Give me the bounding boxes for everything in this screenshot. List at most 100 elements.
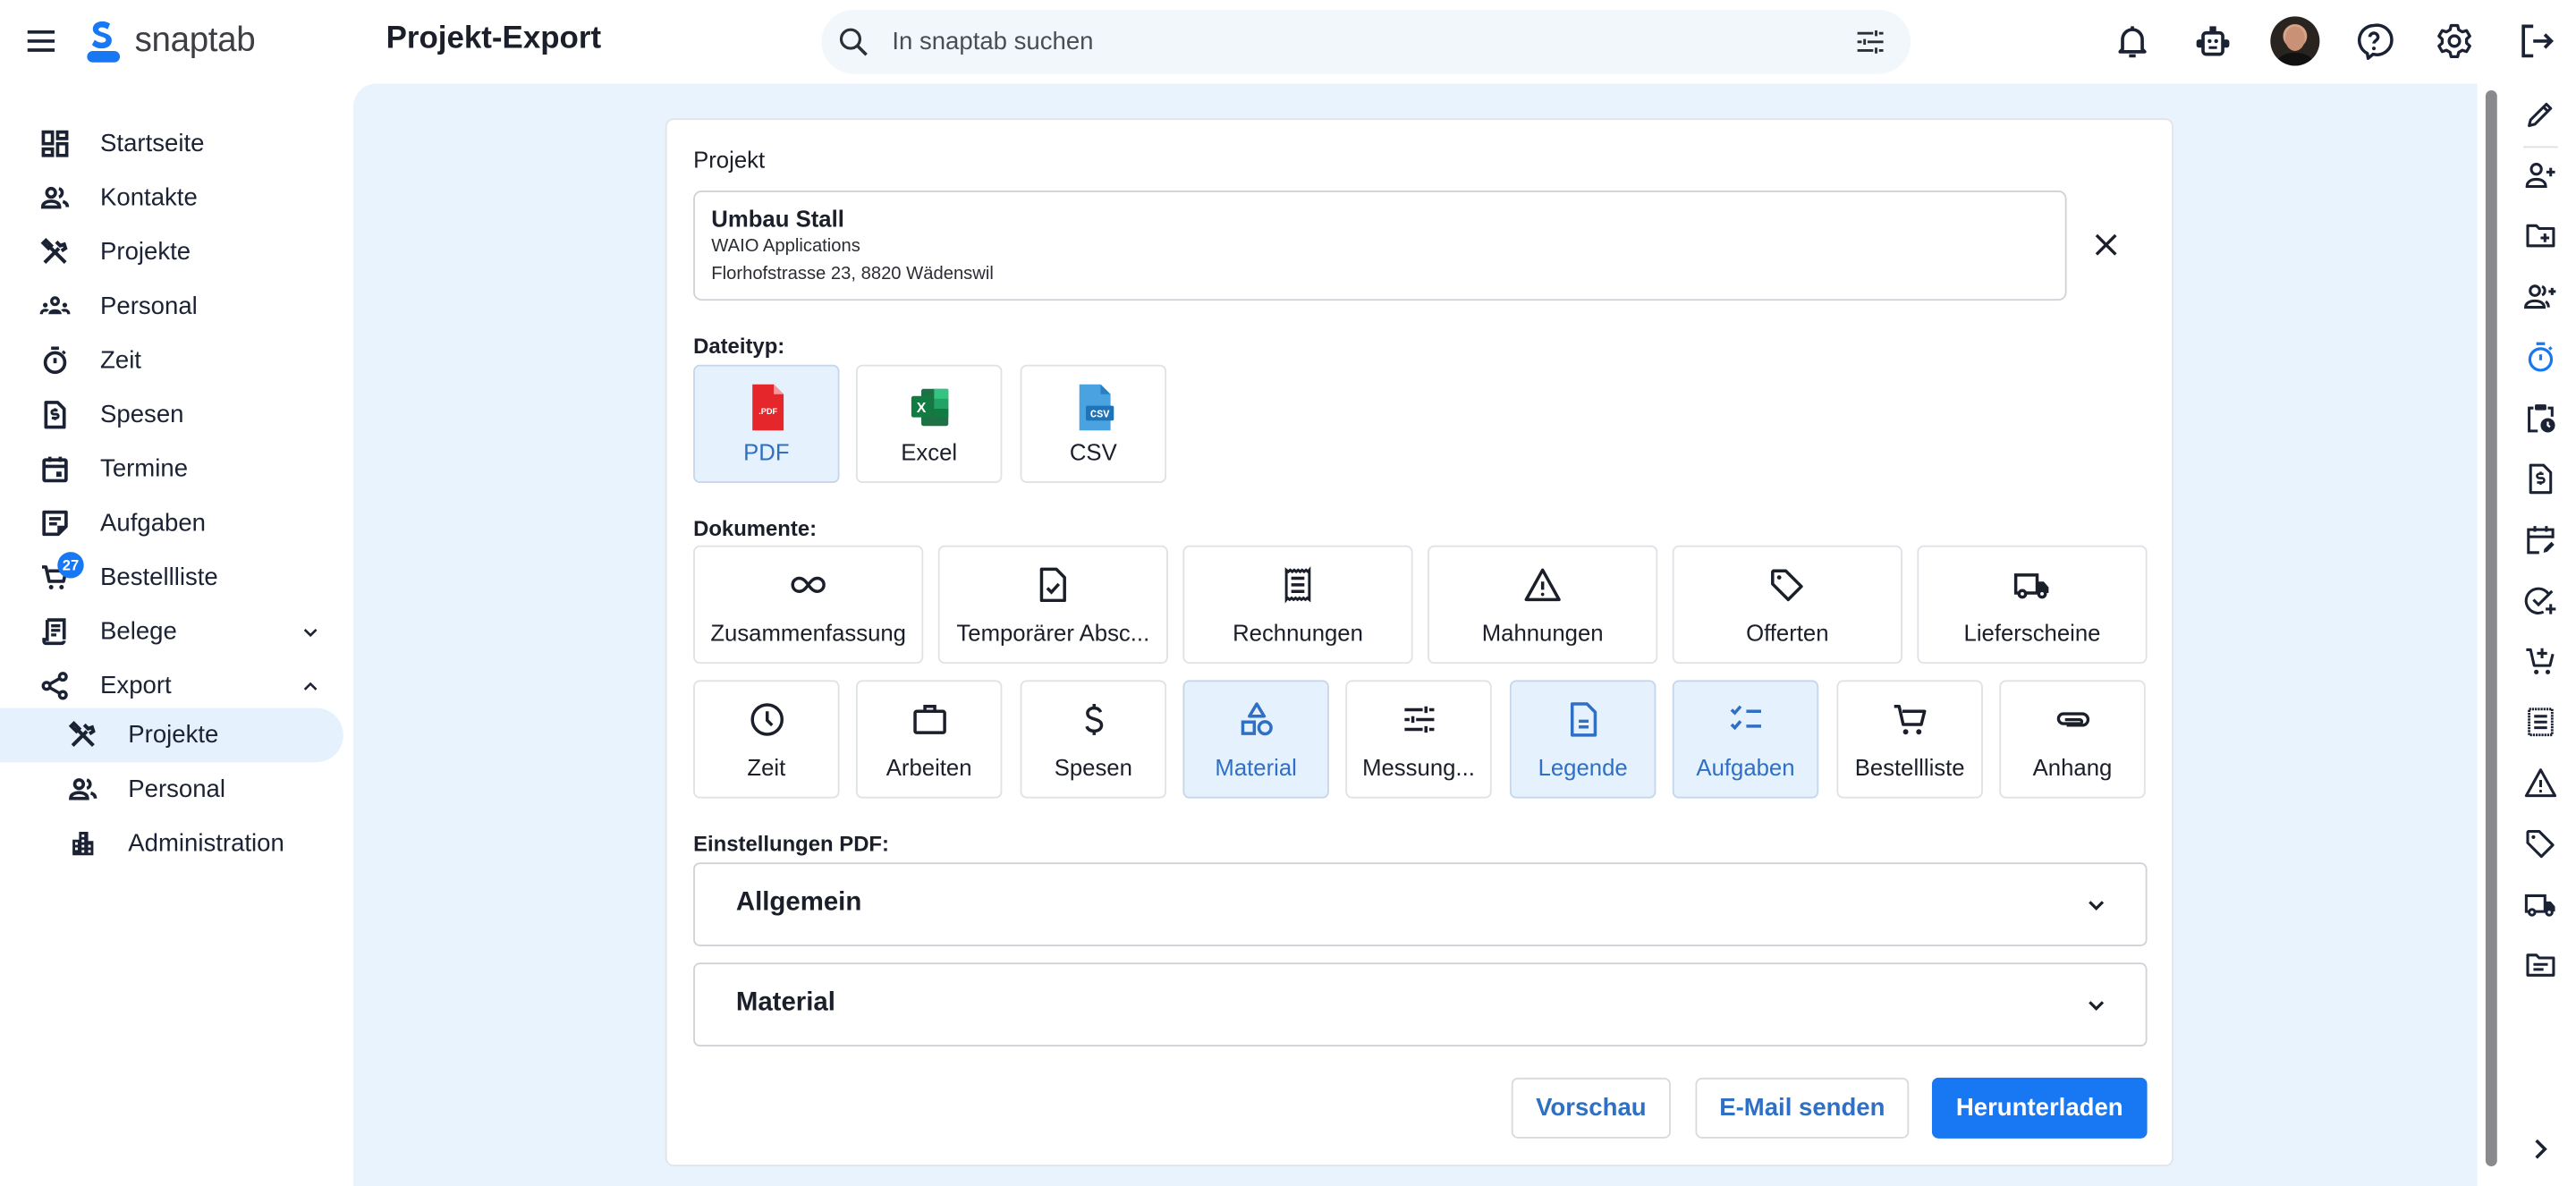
accordion-material[interactable]: Material: [693, 962, 2148, 1046]
project-label: Projekt: [693, 146, 766, 173]
sidebar-item-label: Personal: [128, 775, 226, 804]
doc-label: Messung...: [1362, 754, 1475, 781]
sidebar-item-projekte[interactable]: Projekte: [0, 225, 343, 280]
receipt-long-icon[interactable]: [2523, 705, 2558, 740]
snaptab-logo-icon: [87, 21, 121, 63]
project-selector[interactable]: Umbau Stall WAIO Applications Florhofstr…: [693, 191, 2067, 301]
building-icon: [72, 832, 94, 856]
doc-spesen[interactable]: Spesen: [1020, 680, 1167, 799]
tools-icon: [67, 719, 98, 750]
chevron-right-icon[interactable]: [2523, 1131, 2558, 1166]
clipboard-clock-icon[interactable]: [2523, 401, 2558, 436]
avatar[interactable]: [2270, 16, 2320, 66]
close-icon[interactable]: [2089, 228, 2123, 261]
logout-icon[interactable]: [2517, 21, 2556, 61]
sidebar-subitem-export-personal[interactable]: Personal: [0, 762, 343, 817]
truck-icon[interactable]: [2523, 887, 2558, 922]
check-add-icon[interactable]: [2523, 583, 2558, 618]
sidebar-item-kontakte[interactable]: Kontakte: [0, 171, 343, 225]
doc-mahnungen[interactable]: Mahnungen: [1428, 545, 1658, 665]
pencil-icon[interactable]: [2523, 97, 2558, 131]
doc-lieferscheine[interactable]: Lieferscheine: [1917, 545, 2148, 665]
accordion-allgemein[interactable]: Allgemein: [693, 862, 2148, 946]
robot-icon[interactable]: [2193, 21, 2233, 61]
person-add-icon[interactable]: [2523, 157, 2558, 192]
project-address: Florhofstrasse 23, 8820 Wädenswil: [711, 264, 994, 284]
doc-temporaerer-abschluss[interactable]: Temporärer Absc...: [937, 545, 1168, 665]
doc-messungen[interactable]: Messung...: [1345, 680, 1492, 799]
warning-icon[interactable]: [2523, 766, 2558, 801]
doc-rechnungen[interactable]: Rechnungen: [1182, 545, 1413, 665]
tune-icon[interactable]: [1853, 25, 1888, 60]
chevron-down-icon[interactable]: [299, 621, 322, 644]
groups-icon: [39, 291, 71, 322]
email-button[interactable]: E-Mail senden: [1695, 1077, 1910, 1139]
receipt-dollar-icon[interactable]: [2523, 462, 2558, 496]
sidebar-item-export[interactable]: Export: [0, 659, 343, 714]
doc-zusammenfassung[interactable]: Zusammenfassung: [693, 545, 924, 665]
sidebar-item-bestellliste[interactable]: 27 Bestellliste: [0, 550, 343, 605]
pdf-file-icon: .PDF: [751, 384, 784, 431]
doc-aufgaben[interactable]: Aufgaben: [1672, 680, 1819, 799]
group-add-icon[interactable]: [2523, 279, 2558, 314]
scrollbar[interactable]: [2485, 90, 2497, 1167]
export-form-card: Projekt Umbau Stall WAIO Applications Fl…: [665, 118, 2174, 1167]
dollar-icon: [1084, 704, 1103, 735]
folder-add-icon[interactable]: [2523, 218, 2558, 253]
search-icon[interactable]: [836, 25, 871, 60]
search-input[interactable]: [892, 22, 1812, 61]
download-button[interactable]: Herunterladen: [1931, 1077, 2148, 1139]
filetype-excel[interactable]: X Excel: [855, 364, 1003, 483]
doc-legende[interactable]: Legende: [1509, 680, 1657, 799]
sidebar-item-label: Belege: [100, 617, 177, 646]
doc-label: Mahnungen: [1481, 619, 1604, 646]
doc-material[interactable]: Material: [1182, 680, 1329, 799]
search-bar: [821, 10, 1911, 74]
folder-list-icon[interactable]: [2523, 948, 2558, 983]
timer-icon[interactable]: [2523, 340, 2558, 375]
doc-anhang[interactable]: Anhang: [1999, 680, 2146, 799]
sidebar-item-zeit[interactable]: Zeit: [0, 334, 343, 388]
tag-icon[interactable]: [2523, 826, 2558, 861]
top-bar: snaptab Projekt-Export: [0, 0, 2576, 84]
sidebar-item-label: Termine: [100, 454, 189, 483]
menu-icon[interactable]: [23, 23, 59, 59]
doc-offerten[interactable]: Offerten: [1672, 545, 1902, 665]
doc-arbeiten[interactable]: Arbeiten: [855, 680, 1003, 799]
sidebar-item-personal[interactable]: Personal: [0, 279, 343, 334]
tune-icon: [1403, 706, 1434, 733]
app-logo[interactable]: snaptab: [86, 18, 256, 64]
receipt-long-icon: [1284, 566, 1311, 604]
page-title: Projekt-Export: [386, 21, 602, 56]
filetype-csv[interactable]: CSV CSV: [1020, 364, 1167, 483]
sidebar: Startseite Kontakte Projekte Personal Ze…: [0, 84, 352, 1186]
sidebar-item-belege[interactable]: Belege: [0, 605, 343, 659]
doc-label: Rechnungen: [1233, 619, 1363, 646]
contacts-icon: [67, 774, 98, 805]
settings-icon[interactable]: [2435, 21, 2474, 61]
sidebar-item-label: Startseite: [100, 130, 205, 158]
doc-label: Legende: [1538, 754, 1628, 781]
doc-zeit[interactable]: Zeit: [693, 680, 840, 799]
cart-add-icon[interactable]: [2523, 644, 2558, 679]
dashboard-icon: [39, 128, 71, 159]
receipt-icon: [39, 616, 71, 648]
filetype-pdf[interactable]: .PDF PDF: [693, 364, 840, 483]
sidebar-subitem-export-administration[interactable]: Administration: [0, 817, 343, 871]
preview-button[interactable]: Vorschau: [1511, 1077, 1671, 1139]
project-company: WAIO Applications: [711, 236, 860, 257]
sidebar-item-aufgaben[interactable]: Aufgaben: [0, 496, 343, 551]
doc-label: Zusammenfassung: [710, 619, 906, 646]
doc-label: Arbeiten: [886, 754, 972, 781]
help-icon[interactable]: [2354, 21, 2394, 61]
doc-label: Material: [1215, 754, 1297, 781]
sidebar-item-termine[interactable]: Termine: [0, 442, 343, 496]
chevron-up-icon[interactable]: [299, 675, 322, 699]
sidebar-item-spesen[interactable]: Spesen: [0, 387, 343, 442]
doc-bestellliste[interactable]: Bestellliste: [1836, 680, 1983, 799]
calendar-edit-icon[interactable]: [2523, 522, 2558, 557]
sidebar-item-startseite[interactable]: Startseite: [0, 116, 343, 171]
settings-label: Einstellungen PDF:: [693, 831, 889, 856]
bell-icon[interactable]: [2113, 21, 2152, 61]
sidebar-subitem-export-projekte[interactable]: Projekte: [0, 707, 343, 763]
